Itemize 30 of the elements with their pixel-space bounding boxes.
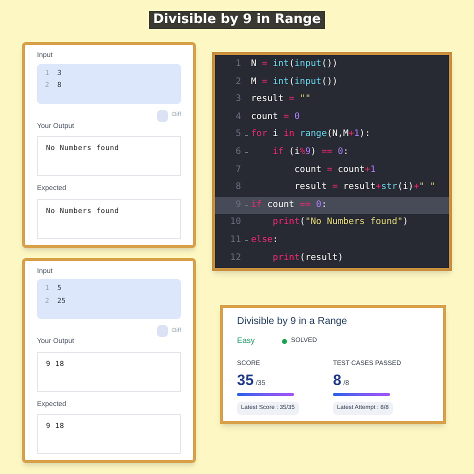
stat-value: 8: [333, 372, 342, 388]
diff-toggle[interactable]: [157, 110, 168, 122]
line-number: 8: [234, 181, 241, 194]
line-number: 12: [229, 252, 241, 265]
code-text: N = int(input()): [251, 58, 338, 72]
line-number: 4: [234, 110, 241, 124]
code-text: M = int(input()): [251, 76, 338, 89]
line-number: 10: [229, 216, 241, 230]
difficulty-label: Easy: [237, 335, 256, 348]
code-text: for i in range(N,M+1):: [251, 128, 370, 142]
code-text: result = "": [251, 93, 311, 106]
code-text: else:: [251, 234, 278, 247]
line-number: 1: [234, 58, 241, 72]
line-number: 6: [234, 146, 241, 160]
code-text: print("No Numbers found"): [272, 216, 408, 230]
line-number: 11: [229, 234, 241, 247]
code-text: result = result+str(i)+" ": [293, 181, 436, 194]
diff-toggle[interactable]: [157, 325, 168, 337]
code-text: if count == 0:: [251, 198, 327, 212]
stat-value: 35: [237, 372, 254, 388]
code-text: count = 0: [251, 110, 300, 124]
line-number: 3: [234, 93, 241, 106]
code-text: count = count+1: [293, 164, 376, 177]
page-title: Divisible by 9 in Range: [149, 11, 325, 29]
line-number: 2: [234, 76, 241, 89]
line-number: 5: [234, 128, 241, 142]
code-text: if (i%9) == 0:: [272, 146, 349, 160]
problem-title: Divisible by 9 in a Range: [237, 315, 348, 330]
code-text: print(result): [272, 252, 344, 265]
line-number: 7: [234, 164, 241, 177]
